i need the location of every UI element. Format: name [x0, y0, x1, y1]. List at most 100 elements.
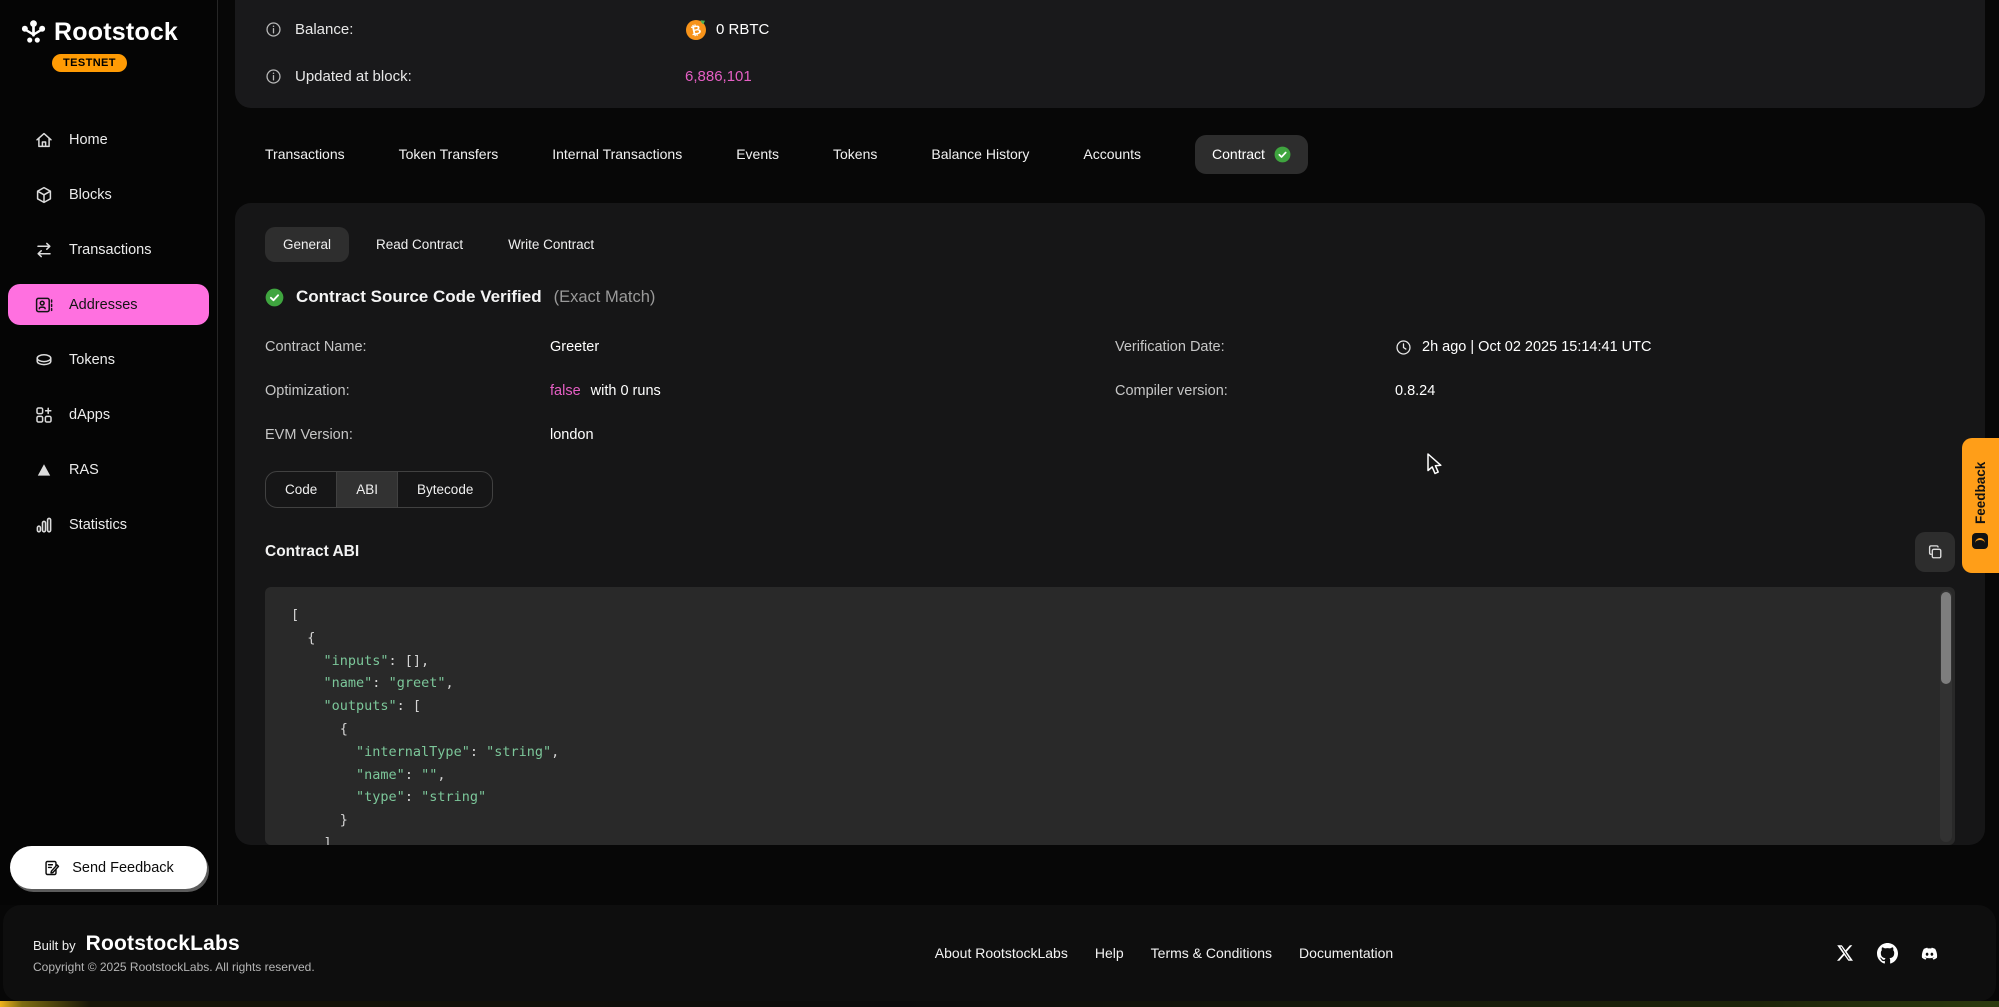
sidebar-item-label: Addresses — [69, 297, 138, 313]
tab-internal-transactions[interactable]: Internal Transactions — [552, 146, 682, 162]
address-tabs: Transactions Token Transfers Internal Tr… — [235, 126, 1985, 182]
evm-version-row: EVM Version: london — [265, 413, 1115, 457]
tab-contract[interactable]: Contract — [1195, 135, 1308, 174]
subtab-write-contract[interactable]: Write Contract — [490, 227, 612, 262]
sidebar-item-addresses[interactable]: Addresses — [8, 284, 209, 325]
sidebar-item-label: Transactions — [69, 242, 151, 258]
optimization-row: Optimization: false with 0 runs — [265, 369, 1115, 413]
block-number-link[interactable]: 6,886,101 — [685, 68, 752, 85]
feedback-chat-icon — [1973, 533, 1989, 549]
send-feedback-label: Send Feedback — [72, 860, 174, 876]
copy-abi-button[interactable] — [1915, 532, 1955, 572]
verification-date-label: Verification Date: — [1115, 339, 1395, 355]
abi-header: Contract ABI — [265, 532, 1955, 572]
sidebar-item-label: Home — [69, 132, 108, 148]
contract-name-value: Greeter — [550, 339, 599, 355]
sidebar-item-blocks[interactable]: Blocks — [8, 174, 209, 215]
feedback-side-tab[interactable]: Feedback — [1962, 438, 1999, 573]
sidebar-item-ras[interactable]: RAS — [8, 449, 209, 490]
x-icon[interactable] — [1835, 943, 1856, 964]
verified-match-type: (Exact Match) — [554, 288, 656, 307]
tab-events[interactable]: Events — [736, 146, 779, 162]
tab-tokens[interactable]: Tokens — [833, 146, 877, 162]
discord-icon[interactable] — [1919, 943, 1940, 964]
bottom-accent-strip — [0, 1001, 1999, 1007]
footer-links: About RootstockLabs Help Terms & Conditi… — [935, 945, 1393, 961]
evm-version-value: london — [550, 427, 594, 443]
footer-social — [1835, 943, 1940, 964]
addresses-icon — [33, 294, 54, 315]
github-icon[interactable] — [1877, 943, 1898, 964]
transactions-icon — [33, 239, 54, 260]
subtab-read-contract[interactable]: Read Contract — [358, 227, 481, 262]
updated-block-row: Updated at block: 6,886,101 — [265, 53, 1955, 100]
sidebar-item-label: Blocks — [69, 187, 112, 203]
home-icon — [33, 129, 54, 150]
sidebar: Rootstock TESTNET Home Blocks — [0, 0, 218, 905]
code-scrollbar-thumb[interactable] — [1941, 592, 1951, 684]
balance-value: ₿ 0 RBTC — [685, 19, 769, 41]
footer-link-terms[interactable]: Terms & Conditions — [1151, 945, 1272, 961]
contract-panel: General Read Contract Write Contract Con… — [235, 203, 1985, 845]
tokens-icon — [33, 349, 54, 370]
info-icon[interactable] — [265, 21, 282, 38]
updated-block-label: Updated at block: — [295, 68, 412, 85]
optimization-label: Optimization: — [265, 383, 550, 399]
compiler-version-value: 0.8.24 — [1395, 383, 1435, 399]
abi-code: [ { "inputs": [], "name": "greet", "outp… — [291, 604, 1929, 845]
compiler-version-row: Compiler version: 0.8.24 — [1115, 369, 1955, 413]
toggle-abi[interactable]: ABI — [337, 472, 398, 507]
tab-token-transfers[interactable]: Token Transfers — [399, 146, 499, 162]
subtab-general[interactable]: General — [265, 227, 349, 262]
copyright-text: Copyright © 2025 RootstockLabs. All righ… — [33, 960, 493, 974]
feedback-note-icon — [43, 859, 61, 877]
sidebar-item-home[interactable]: Home — [8, 119, 209, 160]
rootstocklabs-wordmark[interactable]: RootstockLabs — [86, 932, 240, 956]
footer-link-documentation[interactable]: Documentation — [1299, 945, 1393, 961]
balance-amount: 0 RBTC — [716, 21, 769, 38]
code-scrollbar[interactable] — [1940, 590, 1952, 842]
sidebar-item-transactions[interactable]: Transactions — [8, 229, 209, 270]
verified-check-icon — [1274, 146, 1291, 163]
verified-banner: Contract Source Code Verified (Exact Mat… — [265, 287, 1955, 307]
ras-icon — [33, 459, 54, 480]
brand-logo[interactable]: Rootstock TESTNET — [0, 0, 217, 72]
optimization-value: false with 0 runs — [550, 383, 661, 399]
sidebar-item-tokens[interactable]: Tokens — [8, 339, 209, 380]
statistics-icon — [33, 514, 54, 535]
brand-name: Rootstock — [54, 18, 178, 47]
info-icon[interactable] — [265, 68, 282, 85]
sidebar-nav: Home Blocks Transactions — [0, 112, 217, 552]
contract-name-label: Contract Name: — [265, 339, 550, 355]
toggle-code[interactable]: Code — [266, 472, 337, 507]
abi-heading: Contract ABI — [265, 543, 359, 561]
clock-icon — [1395, 339, 1412, 356]
built-by-label: Built by — [33, 938, 76, 953]
main-content: Balance: ₿ 0 RBTC — [218, 0, 1999, 905]
footer-link-help[interactable]: Help — [1095, 945, 1124, 961]
sidebar-item-statistics[interactable]: Statistics — [8, 504, 209, 545]
contract-name-row: Contract Name: Greeter — [265, 325, 1115, 369]
sidebar-item-dapps[interactable]: dApps — [8, 394, 209, 435]
send-feedback-button[interactable]: Send Feedback — [10, 846, 207, 889]
footer-brand: Built by RootstockLabs Copyright © 2025 … — [33, 932, 493, 974]
tab-transactions[interactable]: Transactions — [265, 146, 345, 162]
rootstock-logo-icon — [20, 19, 47, 46]
tab-contract-label: Contract — [1212, 146, 1265, 162]
evm-version-label: EVM Version: — [265, 427, 550, 443]
rbtc-coin-icon: ₿ — [685, 19, 707, 41]
balance-label: Balance: — [295, 21, 353, 38]
verified-check-icon — [265, 288, 284, 307]
tab-accounts[interactable]: Accounts — [1083, 146, 1141, 162]
abi-code-block: [ { "inputs": [], "name": "greet", "outp… — [265, 587, 1955, 845]
footer: Built by RootstockLabs Copyright © 2025 … — [3, 905, 1996, 1001]
toggle-bytecode[interactable]: Bytecode — [398, 472, 492, 507]
tab-balance-history[interactable]: Balance History — [931, 146, 1029, 162]
dapps-icon — [33, 404, 54, 425]
verification-date-value: 2h ago | Oct 02 2025 15:14:41 UTC — [1395, 339, 1651, 356]
sidebar-item-label: dApps — [69, 407, 110, 423]
compiler-version-label: Compiler version: — [1115, 383, 1395, 399]
sidebar-item-label: RAS — [69, 462, 99, 478]
footer-link-about[interactable]: About RootstockLabs — [935, 945, 1068, 961]
sidebar-item-label: Tokens — [69, 352, 115, 368]
